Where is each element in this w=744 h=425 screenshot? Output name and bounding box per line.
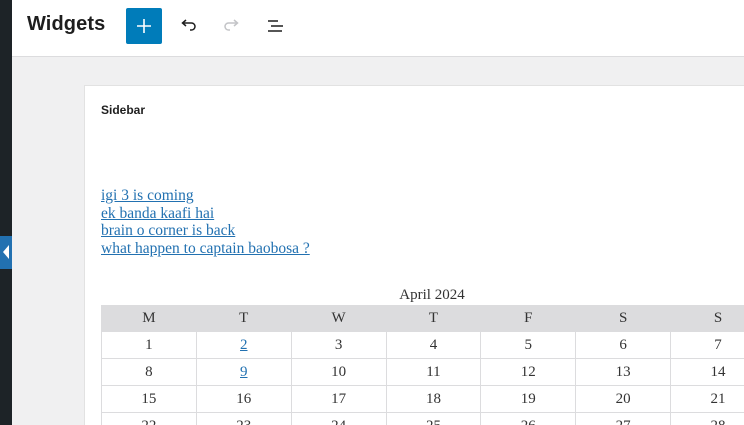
calendar-day-cell: 19 xyxy=(480,385,577,413)
calendar-day-cell: 24 xyxy=(290,412,387,425)
calendar-day-cell: 20 xyxy=(575,385,672,413)
calendar-day-cell: 11 xyxy=(385,358,482,386)
calendar-day-cell: 2 xyxy=(195,331,292,359)
weekday-header: M xyxy=(101,305,197,332)
calendar-day-cell: 21 xyxy=(670,385,744,413)
calendar-day-cell: 26 xyxy=(480,412,577,425)
calendar-day-cell: 9 xyxy=(195,358,292,386)
list-view-icon xyxy=(268,20,283,32)
calendar-header-row: M T W T F S S xyxy=(101,305,744,332)
widget-area-title: Sidebar xyxy=(101,103,146,117)
add-block-button[interactable] xyxy=(126,8,162,44)
list-view-button[interactable] xyxy=(258,8,294,44)
weekday-header: T xyxy=(195,305,292,332)
post-link[interactable]: igi 3 is coming xyxy=(101,187,310,205)
calendar-day-cell: 5 xyxy=(480,331,577,359)
calendar-day-cell: 14 xyxy=(670,358,744,386)
weekday-header: W xyxy=(290,305,387,332)
redo-icon xyxy=(224,19,239,31)
calendar-day-cell: 17 xyxy=(290,385,387,413)
calendar-month-label: April 2024 xyxy=(399,287,465,303)
calendar-day-cell: 22 xyxy=(101,412,197,425)
calendar-day-cell: 27 xyxy=(575,412,672,425)
plus-icon xyxy=(137,19,151,33)
recent-posts-list: igi 3 is coming ek banda kaafi hai brain… xyxy=(101,187,310,258)
redo-button[interactable] xyxy=(214,8,250,44)
weekday-header: S xyxy=(670,305,744,332)
calendar-caption: April 2024 xyxy=(101,287,744,304)
calendar-day-cell: 15 xyxy=(101,385,197,413)
calendar-week-row: 8 9 10 11 12 13 14 xyxy=(101,358,744,386)
calendar-day-cell: 1 xyxy=(101,331,197,359)
editor-header: Widgets xyxy=(12,0,744,57)
undo-button[interactable] xyxy=(170,8,206,44)
calendar-table: M T W T F S S 1 2 3 4 5 6 7 8 9 10 11 12 13 14 15 16 17 1… xyxy=(101,305,744,425)
calendar-week-row: 1 2 34567 xyxy=(101,331,744,359)
calendar-week-row: 22232425262728 xyxy=(101,412,744,425)
calendar-day-cell: 28 xyxy=(670,412,744,425)
current-menu-indicator xyxy=(0,236,12,269)
calendar-day-cell: 6 xyxy=(575,331,672,359)
calendar-week-row: 15 16 17 18 19 20 21 xyxy=(101,385,744,413)
calendar-day-cell: 23 xyxy=(195,412,292,425)
widget-area-card: Sidebar igi 3 is coming ek banda kaafi h… xyxy=(84,85,744,425)
calendar-day-cell: 8 xyxy=(101,358,197,386)
weekday-header: S xyxy=(575,305,672,332)
admin-sidebar xyxy=(0,0,12,425)
calendar-day-cell: 12 xyxy=(480,358,577,386)
post-link[interactable]: what happen to captain baobosa ? xyxy=(101,240,310,258)
calendar-day-cell: 25 xyxy=(385,412,482,425)
calendar-day-link[interactable]: 2 xyxy=(240,337,248,353)
post-link[interactable]: ek banda kaafi hai xyxy=(101,205,310,223)
page-title: Widgets xyxy=(27,13,106,35)
calendar-day-cell: 13 xyxy=(575,358,672,386)
post-link[interactable]: brain o corner is back xyxy=(101,222,310,240)
calendar-body: 1234567891011121314151617181920212223242… xyxy=(101,331,744,425)
calendar-day-cell: 3 xyxy=(290,331,387,359)
calendar-day-link[interactable]: 9 xyxy=(240,364,248,380)
undo-icon xyxy=(181,19,196,31)
calendar-day-cell: 16 xyxy=(195,385,292,413)
calendar-day-cell: 10 xyxy=(290,358,387,386)
weekday-header: T xyxy=(385,305,482,332)
calendar-day-cell: 7 xyxy=(670,331,744,359)
calendar-day-cell: 18 xyxy=(385,385,482,413)
weekday-header: F xyxy=(480,305,577,332)
calendar-day-cell: 4 xyxy=(385,331,482,359)
